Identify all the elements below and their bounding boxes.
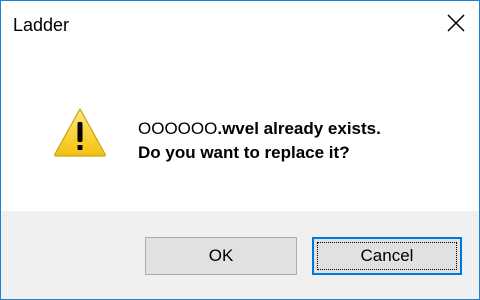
dialog-content: OOOOOO.wvel already exists. Do you want … (1, 45, 479, 211)
ok-button-label: OK (208, 246, 234, 265)
window-title: Ladder (13, 15, 70, 35)
cancel-button[interactable]: Cancel (312, 237, 462, 275)
cancel-button-label: Cancel (360, 246, 414, 265)
ok-button[interactable]: OK (145, 237, 297, 275)
file-name: OOOOOO (138, 119, 218, 138)
close-button[interactable] (433, 1, 479, 45)
replace-confirm-dialog: Ladder OOOOOO.wvel already exists. Do yo… (0, 0, 480, 300)
button-bar: OK Cancel (1, 211, 479, 299)
message-line-1: OOOOOO.wvel already exists. (138, 117, 381, 141)
dialog-message: OOOOOO.wvel already exists. Do you want … (138, 117, 381, 165)
close-icon (447, 14, 465, 32)
title-bar: Ladder (1, 1, 479, 45)
file-exists-text: .wvel already exists. (217, 119, 381, 138)
warning-icon (54, 108, 106, 157)
message-line-2: Do you want to replace it? (138, 143, 350, 162)
